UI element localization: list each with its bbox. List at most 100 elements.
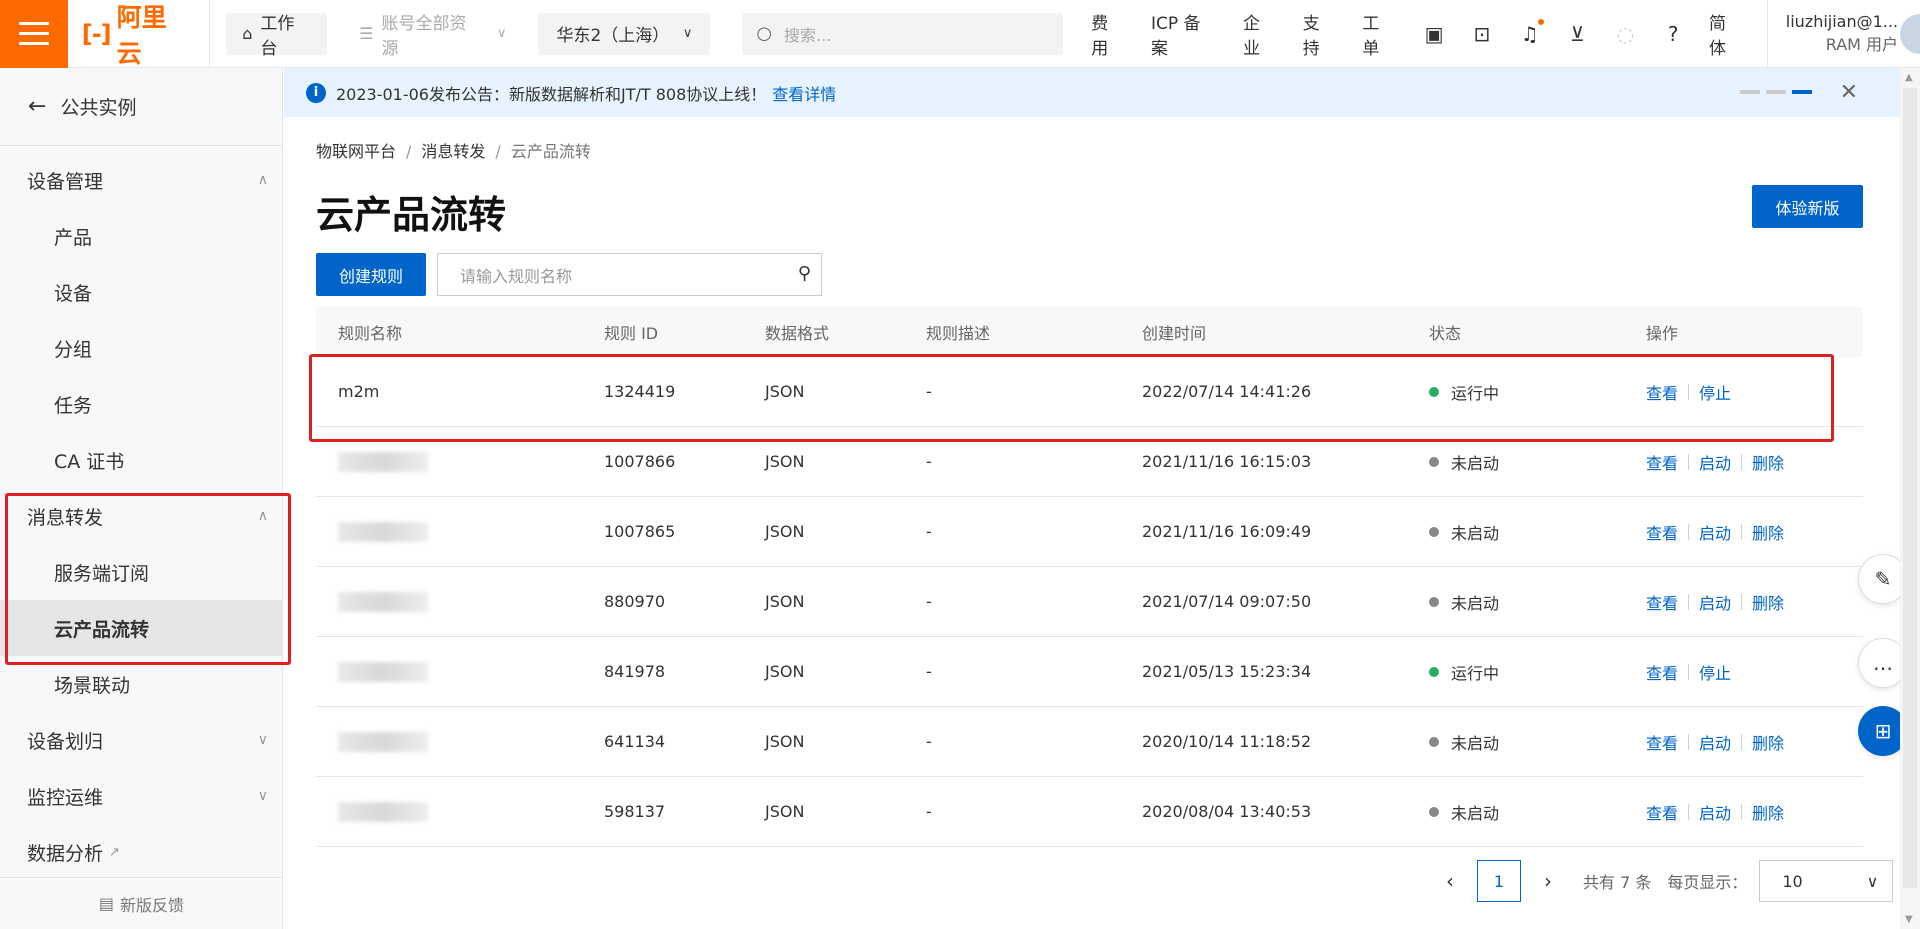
column-header: 创建时间	[1142, 324, 1207, 343]
status-dot-icon	[1429, 456, 1439, 467]
app-icon[interactable]: ▣	[1422, 22, 1446, 46]
info-icon: i	[306, 82, 326, 103]
status: 未启动	[1429, 590, 1646, 614]
row-action-link[interactable]: 删除	[1752, 730, 1784, 754]
row-action-link[interactable]: 查看	[1646, 590, 1678, 614]
row-action-link[interactable]: 查看	[1646, 730, 1678, 754]
row-action-link[interactable]: 删除	[1752, 450, 1784, 474]
row-action-link[interactable]: 查看	[1646, 520, 1678, 544]
status: 未启动	[1429, 450, 1646, 474]
row-action-link[interactable]: 查看	[1646, 450, 1678, 474]
status-dot-icon	[1429, 806, 1439, 817]
create-rule-button[interactable]: 创建规则	[316, 253, 426, 296]
sidebar-group-monitoring[interactable]: 监控运维 ∨	[0, 768, 282, 824]
rule-id: 1007866	[604, 452, 676, 471]
created-time: 2020/08/04 13:40:53	[1142, 802, 1312, 821]
per-page-select[interactable]: 10 ∨	[1759, 860, 1894, 902]
table-row: 598137 JSON - 2020/08/04 13:40:53 未启动 查看 启动 删除	[316, 777, 1863, 847]
total-count: 共有 7 条	[1583, 873, 1652, 892]
chevron-right-icon[interactable]: ›	[1533, 869, 1563, 893]
column-header: 规则名称	[338, 324, 403, 343]
rule-desc: -	[926, 522, 932, 541]
sidebar-item-ca-cert[interactable]: CA 证书	[0, 432, 282, 488]
page-number[interactable]: 1	[1477, 860, 1521, 902]
rule-desc: -	[926, 452, 932, 471]
close-icon[interactable]: ✕	[1840, 80, 1858, 105]
nav-link-fees[interactable]: 费用	[1091, 9, 1125, 59]
created-time: 2021/11/16 16:09:49	[1142, 522, 1312, 541]
chevron-down-icon: ∨	[1866, 871, 1879, 891]
column-header: 操作	[1646, 324, 1679, 343]
rule-name-redacted	[316, 661, 604, 682]
row-action-link[interactable]: 启动	[1699, 730, 1731, 754]
search-icon: ○	[756, 23, 773, 44]
row-action-link[interactable]: 启动	[1699, 800, 1731, 824]
row-action-link[interactable]: 启动	[1699, 590, 1731, 614]
data-format: JSON	[765, 522, 805, 541]
row-action-link[interactable]: 停止	[1699, 660, 1731, 684]
aliyun-logo[interactable]: [-] 阿里云	[82, 0, 211, 68]
bell-icon[interactable]: ♫	[1518, 18, 1544, 46]
rule-id: 1007865	[604, 522, 676, 541]
rule-id: 841978	[604, 662, 666, 681]
column-header: 状态	[1429, 324, 1462, 343]
rule-name-redacted	[316, 591, 604, 612]
global-search-input[interactable]: ○ 搜索...	[742, 12, 1064, 55]
announcement-bar: i 2023-01-06发布公告：新版数据解析和JT/T 808协议上线！ 查看…	[284, 68, 1900, 117]
table-row: 841978 JSON - 2021/05/13 15:23:34 运行中 查看 停止	[316, 637, 1863, 707]
rule-search-input[interactable]: 请输入规则名称 ⚲	[437, 253, 822, 296]
search-icon[interactable]: ⚲	[798, 263, 811, 284]
announcement-link[interactable]: 查看详情	[772, 81, 836, 105]
created-time: 2020/10/14 11:18:52	[1142, 732, 1312, 751]
nav-link-icp[interactable]: ICP 备案	[1151, 9, 1217, 59]
sidebar-group-data-analysis[interactable]: 数据分析 ↗	[0, 824, 282, 880]
user-menu[interactable]: liuzhijian@1... RAM 用户	[1766, 0, 1920, 68]
try-new-version-button[interactable]: 体验新版	[1752, 185, 1863, 228]
sidebar-item-tasks[interactable]: 任务	[0, 376, 282, 432]
status-dot-icon	[1429, 666, 1439, 677]
resources-dropdown[interactable]: ☰ 账号全部资源 ∨	[343, 13, 522, 59]
nav-link-enterprise[interactable]: 企业	[1243, 9, 1277, 59]
row-action-link[interactable]: 查看	[1646, 660, 1678, 684]
chevron-left-icon[interactable]: ‹	[1435, 869, 1465, 893]
sidebar-item-products[interactable]: 产品	[0, 208, 282, 264]
lightbulb-icon[interactable]: ◌	[1613, 22, 1637, 46]
menu-icon[interactable]	[0, 0, 68, 68]
feedback-button[interactable]: ▤ 新版反馈	[0, 877, 283, 929]
scrollbar[interactable]: ▲ ▼	[1900, 68, 1920, 929]
highlight-box-sidebar	[5, 493, 291, 665]
row-action-link[interactable]: 启动	[1699, 450, 1731, 474]
carousel-indicator[interactable]	[1740, 90, 1812, 94]
row-action-link[interactable]: 查看	[1646, 800, 1678, 824]
help-icon[interactable]: ?	[1661, 22, 1685, 46]
data-format: JSON	[765, 662, 805, 681]
workbench-button[interactable]: ⌂ 工作台	[226, 12, 328, 59]
sidebar-item-devices[interactable]: 设备	[0, 264, 282, 320]
table-row: 880970 JSON - 2021/07/14 09:07:50 未启动 查看 启动 删除	[316, 567, 1863, 637]
sidebar-group-device-assignment[interactable]: 设备划归 ∨	[0, 712, 282, 768]
cart-icon[interactable]: ⊻	[1566, 22, 1590, 46]
status-dot-icon	[1429, 596, 1439, 607]
row-actions: 查看 启动 删除	[1646, 520, 1863, 544]
breadcrumb-item[interactable]: 消息转发	[421, 142, 485, 161]
nav-link-tickets[interactable]: 工单	[1362, 9, 1396, 59]
back-to-instances[interactable]: ← 公共实例	[0, 68, 282, 146]
announcement-text: 2023-01-06发布公告：新版数据解析和JT/T 808协议上线！	[336, 84, 767, 104]
column-header: 规则描述	[926, 324, 991, 343]
breadcrumb-item[interactable]: 物联网平台	[316, 142, 396, 161]
rule-name-redacted	[316, 801, 604, 822]
user-name: liuzhijian@1...	[1785, 12, 1899, 31]
table-header: 规则名称 规则 ID 数据格式 规则描述 创建时间 状态 操作	[316, 307, 1863, 357]
rule-id: 880970	[604, 592, 666, 611]
region-dropdown[interactable]: 华东2（上海） ∨	[538, 12, 711, 55]
row-action-link[interactable]: 删除	[1752, 520, 1784, 544]
sidebar-group-device-management[interactable]: 设备管理 ∧	[0, 152, 282, 208]
nav-link-support[interactable]: 支持	[1303, 9, 1337, 59]
row-actions: 查看 启动 删除	[1646, 590, 1863, 614]
terminal-icon[interactable]: ⊡	[1470, 22, 1494, 46]
row-action-link[interactable]: 删除	[1752, 800, 1784, 824]
row-action-link[interactable]: 启动	[1699, 520, 1731, 544]
language-switch[interactable]: 简体	[1709, 9, 1743, 59]
row-action-link[interactable]: 删除	[1752, 590, 1784, 614]
sidebar-item-groups[interactable]: 分组	[0, 320, 282, 376]
